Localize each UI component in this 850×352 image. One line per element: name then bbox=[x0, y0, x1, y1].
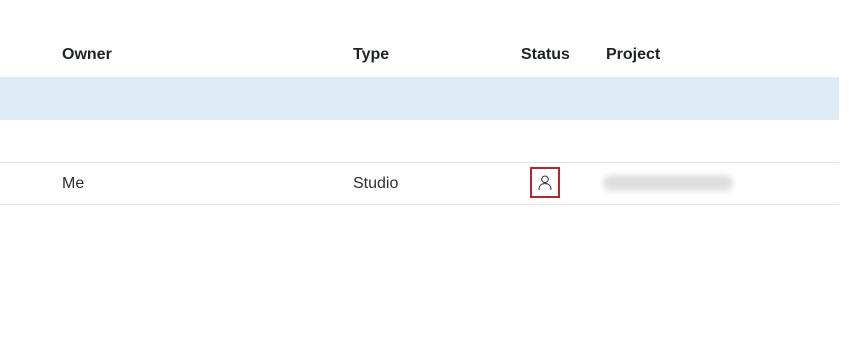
table-row[interactable]: Me Studio bbox=[0, 163, 839, 205]
projects-table: Owner Type Status Project Me Studio bbox=[0, 0, 839, 352]
row-project-redacted bbox=[603, 175, 733, 191]
table-header: Owner Type Status Project bbox=[0, 34, 839, 76]
column-header-owner[interactable]: Owner bbox=[62, 46, 112, 64]
column-header-project[interactable]: Project bbox=[606, 46, 660, 64]
table-row-highlighted[interactable] bbox=[0, 77, 839, 120]
row-type: Studio bbox=[353, 175, 399, 192]
column-header-type[interactable]: Type bbox=[353, 46, 389, 64]
column-header-status[interactable]: Status bbox=[521, 46, 570, 64]
table-row-empty[interactable] bbox=[0, 120, 839, 163]
row-owner: Me bbox=[62, 175, 85, 192]
user-icon bbox=[538, 175, 552, 190]
status-user-button[interactable] bbox=[530, 167, 560, 198]
